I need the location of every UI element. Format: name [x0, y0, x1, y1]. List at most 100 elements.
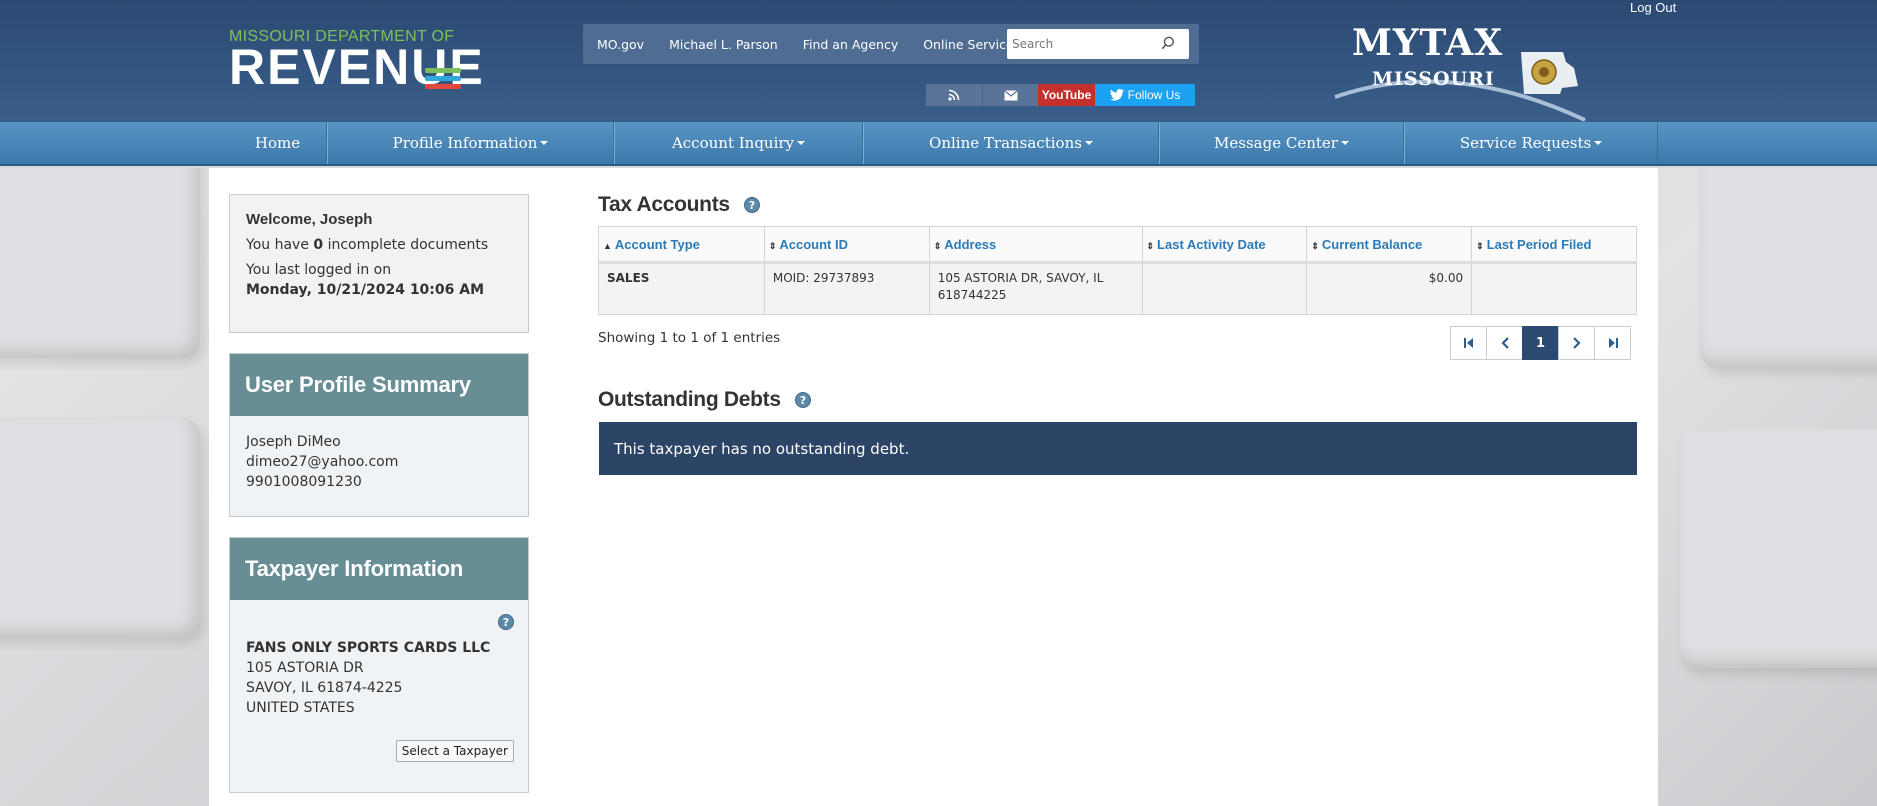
follow-us-label: Follow Us	[1127, 88, 1181, 102]
link-online-services[interactable]: Online Services	[923, 37, 1020, 52]
nav-online-transactions[interactable]: Online Transactions	[863, 122, 1159, 164]
profile-id: 9901008091230	[246, 474, 362, 490]
nav-account-inquiry[interactable]: Account Inquiry	[614, 122, 863, 164]
chevron-down-icon	[1340, 141, 1349, 145]
nav-home-label: Home	[254, 134, 301, 152]
sort-icon: ⇕	[1311, 240, 1319, 251]
twitter-follow-button[interactable]: Follow Us	[1095, 84, 1195, 106]
docs-count: 0	[313, 237, 324, 253]
search-input[interactable]	[1007, 29, 1147, 59]
taxpayer-info-panel: Taxpayer Information ? FANS ONLY SPORTS …	[229, 537, 529, 793]
dor-logo[interactable]: MISSOURI DEPARTMENT OF REVENUE	[229, 28, 483, 92]
link-find-agency[interactable]: Find an Agency	[803, 37, 899, 52]
col-account-type[interactable]: ▲ Account Type	[598, 226, 765, 264]
nav-home[interactable]: Home	[229, 122, 327, 164]
email-icon[interactable]	[982, 84, 1038, 106]
table-header-row: ▲ Account Type ⇕ Account ID ⇕ Address ⇕ Last…	[598, 226, 1637, 264]
sort-icon: ⇕	[768, 240, 777, 251]
first-page-icon	[1463, 338, 1473, 348]
user-profile-title: User Profile Summary	[230, 354, 528, 416]
taxpayer-address2: SAVOY, IL 61874-4225	[246, 680, 403, 696]
last-page-icon	[1608, 338, 1618, 348]
link-governor[interactable]: Michael L. Parson	[669, 37, 778, 52]
col-account-type-label: Account Type	[614, 236, 700, 252]
col-current-balance-label: Current Balance	[1321, 236, 1423, 252]
col-current-balance[interactable]: ⇕ Current Balance	[1306, 226, 1473, 264]
nav-message-center-label: Message Center	[1214, 134, 1338, 152]
first-page-button[interactable]	[1450, 326, 1487, 360]
last-login-label: You last logged in on	[246, 262, 392, 278]
last-page-button[interactable]	[1594, 326, 1631, 360]
taxpayer-address1: 105 ASTORIA DR	[246, 660, 364, 676]
nav-profile-information[interactable]: Profile Information	[327, 122, 614, 164]
col-last-activity[interactable]: ⇕ Last Activity Date	[1141, 226, 1308, 264]
social-bar: YouTube Follow Us	[926, 84, 1195, 106]
site-header: MISSOURI DEPARTMENT OF REVENUE MO.gov Mi…	[0, 0, 1877, 122]
chevron-left-icon	[1500, 337, 1509, 349]
table-row[interactable]: SALES MOID: 29737893 105 ASTORIA DR, SAV…	[598, 262, 1637, 315]
nav-service-requests[interactable]: Service Requests	[1404, 122, 1658, 164]
sort-icon: ⇕	[1146, 240, 1155, 251]
cell-address-line1: 105 ASTORIA DR, SAVOY, IL	[937, 271, 1104, 285]
help-icon[interactable]: ?	[794, 392, 811, 408]
cell-address: 105 ASTORIA DR, SAVOY, IL 618744225	[928, 262, 1143, 315]
docs-suffix: incomplete documents	[327, 237, 489, 253]
col-account-id-label: Account ID	[779, 236, 849, 252]
cell-balance: $0.00	[1306, 262, 1473, 315]
logout-link[interactable]: Log Out	[1630, 0, 1676, 15]
page-1-button[interactable]: 1	[1522, 326, 1559, 360]
nav-service-requests-label: Service Requests	[1459, 134, 1592, 152]
nav-online-transactions-label: Online Transactions	[929, 134, 1082, 152]
mytax-subtitle: MISSOURI	[1372, 68, 1495, 90]
col-address[interactable]: ⇕ Address	[928, 226, 1143, 264]
help-icon[interactable]: ?	[498, 614, 514, 630]
cell-last-activity	[1141, 262, 1308, 315]
search-box	[1007, 29, 1189, 59]
taxpayer-country: UNITED STATES	[246, 700, 355, 716]
cell-account-type: SALES	[598, 262, 765, 315]
help-icon[interactable]: ?	[743, 197, 760, 213]
pagination: 1	[1450, 326, 1631, 360]
nav-account-inquiry-label: Account Inquiry	[671, 134, 795, 152]
last-login-date: Monday, 10/21/2024 10:06 AM	[246, 282, 485, 298]
chevron-down-icon	[797, 141, 806, 145]
prev-page-button[interactable]	[1486, 326, 1523, 360]
docs-prefix: You have	[246, 237, 309, 253]
col-last-period[interactable]: ⇕ Last Period Filed	[1471, 226, 1637, 264]
profile-email: dimeo27@yahoo.com	[246, 454, 399, 470]
cell-address-line2: 618744225	[937, 288, 1007, 302]
tax-accounts-title: Tax Accounts	[598, 193, 730, 216]
dor-logo-stripes	[425, 68, 461, 92]
youtube-icon[interactable]: YouTube	[1038, 84, 1095, 106]
taxpayer-business-name: FANS ONLY SPORTS CARDS LLC	[246, 640, 491, 656]
sort-icon: ⇕	[933, 240, 942, 251]
rss-icon[interactable]	[926, 84, 982, 106]
tax-accounts-table: ▲ Account Type ⇕ Account ID ⇕ Address ⇕ Last…	[598, 226, 1637, 315]
link-mo-gov[interactable]: MO.gov	[597, 37, 644, 52]
showing-entries: Showing 1 to 1 of 1 entries	[598, 330, 781, 346]
nav-message-center[interactable]: Message Center	[1159, 122, 1404, 164]
profile-name: Joseph DiMeo	[246, 434, 341, 450]
tax-accounts-heading: Tax Accounts ?	[598, 193, 760, 217]
nav-profile-label: Profile Information	[392, 134, 538, 152]
col-account-id[interactable]: ⇕ Account ID	[763, 226, 930, 264]
no-debt-message: This taxpayer has no outstanding debt.	[599, 422, 1637, 475]
outstanding-debts-title: Outstanding Debts	[598, 388, 781, 411]
chevron-down-icon	[540, 141, 549, 145]
mytax-logo[interactable]: MYTAX MISSOURI	[1330, 22, 1590, 122]
next-page-button[interactable]	[1558, 326, 1595, 360]
mytax-title: MYTAX	[1352, 22, 1504, 64]
search-icon[interactable]	[1161, 36, 1175, 50]
user-profile-panel: User Profile Summary Joseph DiMeo dimeo2…	[229, 353, 529, 517]
welcome-panel: Welcome, Joseph You have 0 incomplete do…	[229, 194, 529, 333]
cell-account-id: MOID: 29737893	[763, 262, 930, 315]
chevron-down-icon	[1594, 141, 1603, 145]
incomplete-documents: You have 0 incomplete documents	[246, 237, 512, 253]
chevron-down-icon	[1084, 141, 1093, 145]
col-last-period-label: Last Period Filed	[1486, 236, 1592, 252]
select-taxpayer-button[interactable]: Select a Taxpayer	[395, 740, 514, 762]
cell-last-period	[1471, 262, 1637, 315]
sort-icon: ⇕	[1476, 240, 1484, 251]
chevron-right-icon	[1572, 337, 1581, 349]
twitter-icon	[1109, 89, 1124, 101]
